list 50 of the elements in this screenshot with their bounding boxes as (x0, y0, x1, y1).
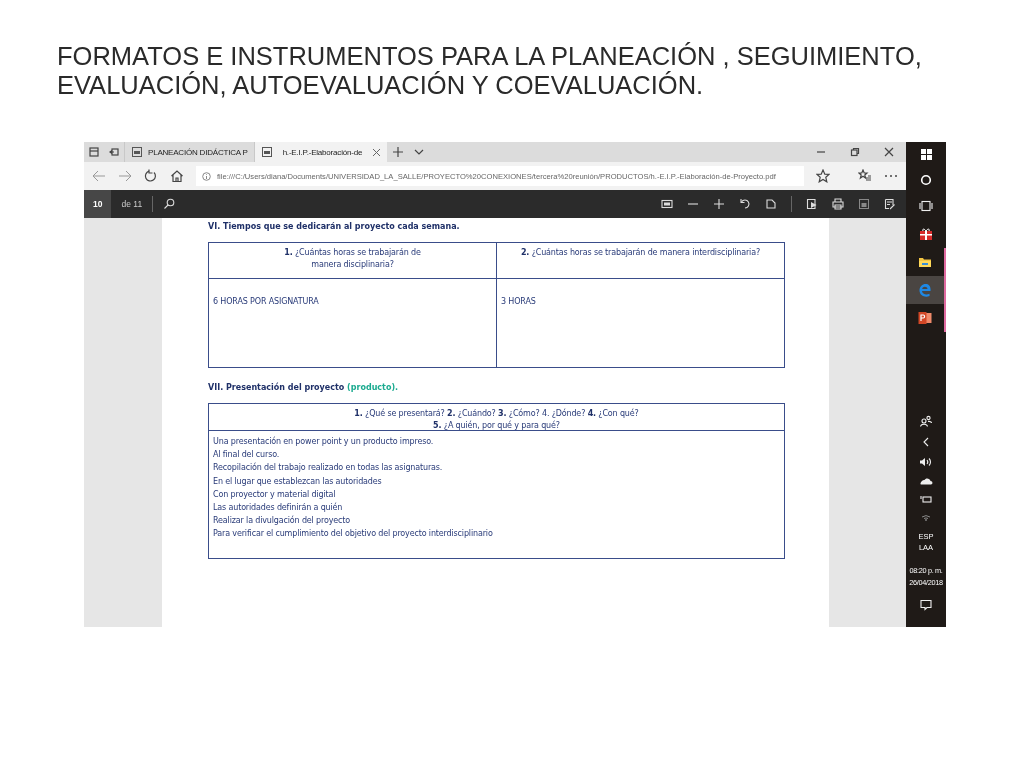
favorite-star-icon[interactable] (816, 169, 830, 183)
close-icon[interactable] (372, 147, 382, 157)
new-tab-icon[interactable] (392, 146, 405, 158)
browser-tab[interactable]: h.-E.I.P.-Elaboración-de (253, 142, 388, 162)
section-heading: VII. Presentación del proyecto (producto). (208, 383, 400, 392)
table-header-cell: 1. ¿Qué se presentará? 2. ¿Cuándo? 3. ¿Cómo? 4. ¿Dónde? 4. ¿Con qué? 5. ¿A quién, por qué y para qué? (209, 404, 784, 431)
zoom-in-icon[interactable] (713, 198, 725, 210)
wifi-icon[interactable] (921, 513, 931, 521)
forward-icon[interactable] (118, 170, 132, 182)
pdf-icon (260, 146, 273, 158)
table-cell-text: 6 HORAS POR ASIGNATURA (212, 296, 320, 308)
notifications-icon[interactable] (920, 599, 932, 611)
rotate-icon[interactable] (739, 198, 751, 210)
table-header-cell: 1. ¿Cuántas horas se trabajarán de manera disciplinaria? (209, 243, 496, 279)
people-icon[interactable] (920, 415, 932, 427)
gift-icon (919, 227, 933, 241)
section-heading: VI. Tiempos que se dedicarán al proyecto cada semana. (208, 222, 461, 231)
chevron-left-icon[interactable] (922, 437, 930, 447)
presentation-app-icon (918, 311, 932, 325)
home-icon[interactable] (170, 169, 184, 183)
annotate-icon[interactable] (884, 198, 896, 210)
set-aside-icon[interactable] (109, 147, 119, 157)
save-icon[interactable] (858, 198, 870, 210)
table-header-cell: 2. ¿Cuántas horas se trabajarán de manera interdisciplinaria? (497, 243, 784, 279)
slide-title: FORMATOS E INSTRUMENTOS PARA LA PLANEACIÓN , SEGUIMIENTO, EVALUACIÓN, AUTOEVALUACIÓN Y COEVALUACIÓN. (57, 42, 923, 100)
chevron-down-icon[interactable] (414, 147, 425, 157)
search-icon[interactable] (163, 198, 176, 210)
start-icon[interactable] (920, 149, 932, 160)
task-view-icon[interactable] (919, 200, 933, 212)
tabs-preview-icon[interactable] (89, 147, 99, 157)
pdf-icon (131, 146, 143, 158)
back-icon[interactable] (92, 170, 106, 182)
print-icon[interactable] (832, 198, 844, 210)
folder-icon (918, 256, 932, 268)
favorites-list-icon[interactable] (858, 169, 872, 183)
edge-icon (918, 283, 932, 297)
more-icon[interactable] (884, 174, 898, 178)
fit-page-icon[interactable] (661, 199, 673, 209)
page-view-icon[interactable] (765, 198, 777, 210)
cloud-icon[interactable] (919, 477, 933, 485)
table-cell-text: 3 HORAS (500, 296, 537, 308)
speaker-icon[interactable] (919, 457, 933, 467)
page-number-field[interactable]: 10 (84, 190, 112, 218)
page-count: de 11 (121, 199, 143, 209)
close-icon[interactable] (884, 147, 894, 157)
search-icon[interactable] (920, 174, 932, 186)
refresh-icon[interactable] (144, 169, 158, 183)
restore-icon[interactable] (850, 147, 860, 157)
info-icon (202, 171, 211, 181)
table-cell-text: Una presentación en power point y un producto impreso. Al final del curso. Recopilación del trabajo realizado en todas las asignaturas. En el lugar que establezcan las autoridades Con proyector y material digital Las autoridades definirán a quién Realizar la divulgación del proyecto Para verificar el cumplimiento del objetivo del proyecto interdisciplinario (212, 435, 494, 541)
